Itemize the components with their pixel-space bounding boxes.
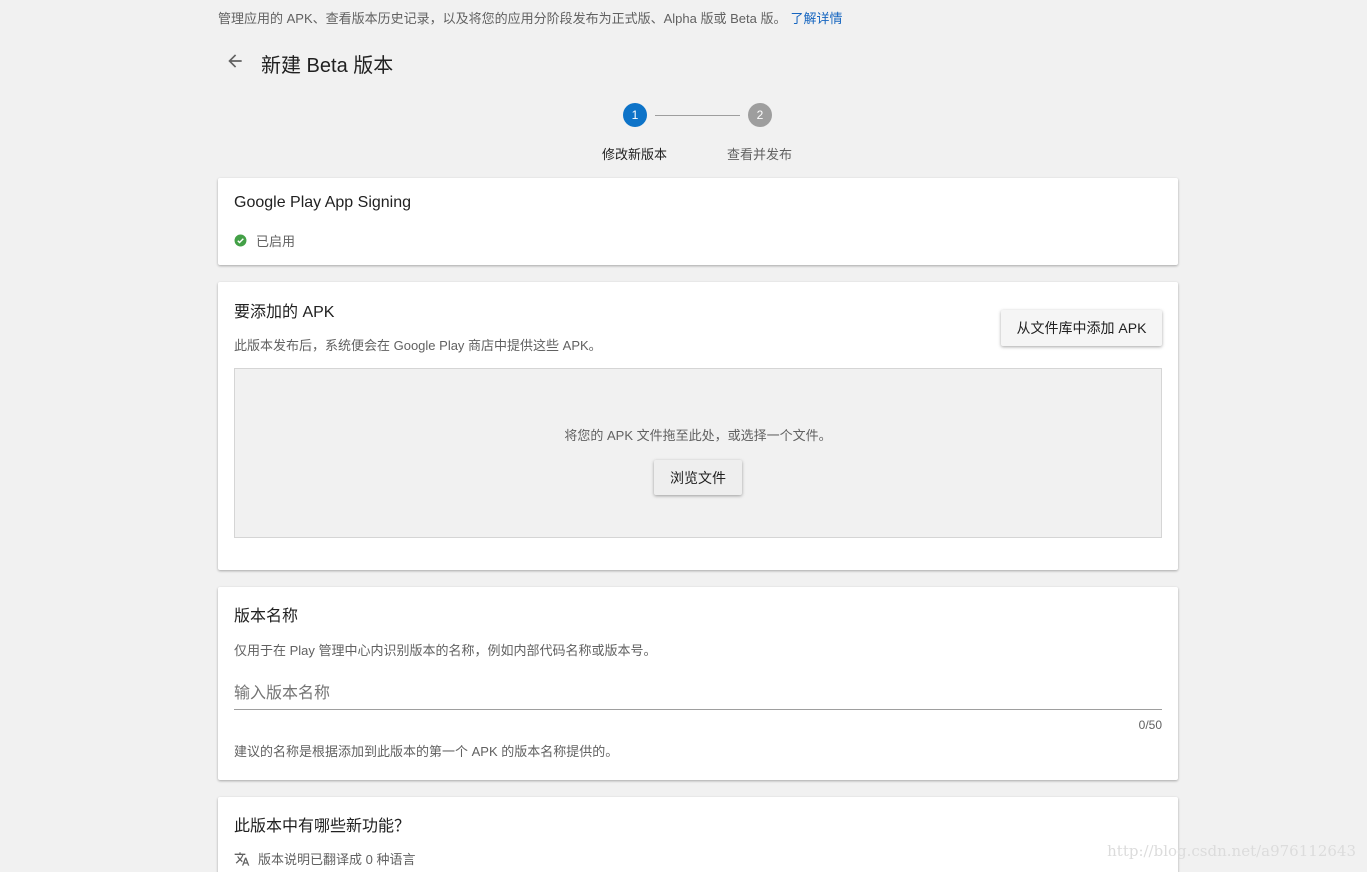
arrow-left-icon — [228, 54, 242, 68]
release-notes-title: 此版本中有哪些新功能？ — [234, 818, 411, 835]
browse-files-button[interactable]: 浏览文件 — [654, 460, 742, 495]
check-circle-icon — [234, 234, 247, 247]
translations-text: 版本说明已翻译成 0 种语言 — [258, 852, 416, 867]
step-1-indicator: 1 — [623, 103, 647, 127]
release-name-counter: 0/50 — [1138, 718, 1162, 732]
dropzone-text: 将您的 APK 文件拖至此处，或选择一个文件。 — [564, 428, 832, 443]
app-signing-title: Google Play App Signing — [234, 194, 412, 211]
step-1-label[interactable]: 修改新版本 — [602, 144, 667, 163]
apks-title: 要添加的 APK — [234, 304, 335, 321]
release-page: 管理应用的 APK、查看版本历史记录，以及将您的应用分阶段发布为正式版、Alph… — [0, 0, 1367, 872]
apks-subtitle: 此版本发布后，系统便会在 Google Play 商店中提供这些 APK。 — [234, 338, 602, 353]
page-title: 新建 Beta 版本 — [261, 55, 394, 77]
apks-to-add-card: 要添加的 APK 此版本发布后，系统便会在 Google Play 商店中提供这… — [218, 282, 1178, 570]
app-signing-status: 已启用 — [234, 231, 295, 250]
release-name-hint: 建议的名称是根据添加到此版本的第一个 APK 的版本名称提供的。 — [234, 744, 619, 759]
release-name-card: 版本名称 仅用于在 Play 管理中心内识别版本的名称，例如内部代码名称或版本号… — [218, 587, 1178, 780]
release-notes-card: 此版本中有哪些新功能？ 版本说明已翻译成 0 种语言 — [218, 797, 1178, 872]
add-apk-from-library-button[interactable]: 从文件库中添加 APK — [1001, 310, 1162, 346]
apk-dropzone[interactable]: 将您的 APK 文件拖至此处，或选择一个文件。 浏览文件 — [234, 368, 1162, 538]
step-2-label[interactable]: 查看并发布 — [727, 144, 792, 163]
step-2-indicator: 2 — [748, 103, 772, 127]
release-name-subtitle: 仅用于在 Play 管理中心内识别版本的名称，例如内部代码名称或版本号。 — [234, 643, 657, 658]
back-button[interactable] — [222, 48, 248, 74]
stepper-connector — [655, 115, 740, 116]
app-signing-card: Google Play App Signing 已启用 — [218, 178, 1178, 265]
translate-icon — [234, 851, 250, 866]
translations-status: 版本说明已翻译成 0 种语言 — [234, 849, 415, 868]
learn-more-link[interactable]: 了解详情 — [790, 11, 842, 26]
watermark: http://blog.csdn.net/a976112643 — [1107, 842, 1356, 860]
intro-text: 管理应用的 APK、查看版本历史记录，以及将您的应用分阶段发布为正式版、Alph… — [218, 8, 842, 27]
release-name-input[interactable] — [234, 679, 1162, 710]
app-signing-status-text: 已启用 — [256, 234, 296, 249]
release-name-title: 版本名称 — [234, 608, 299, 625]
intro-description: 管理应用的 APK、查看版本历史记录，以及将您的应用分阶段发布为正式版、Alph… — [218, 11, 787, 26]
